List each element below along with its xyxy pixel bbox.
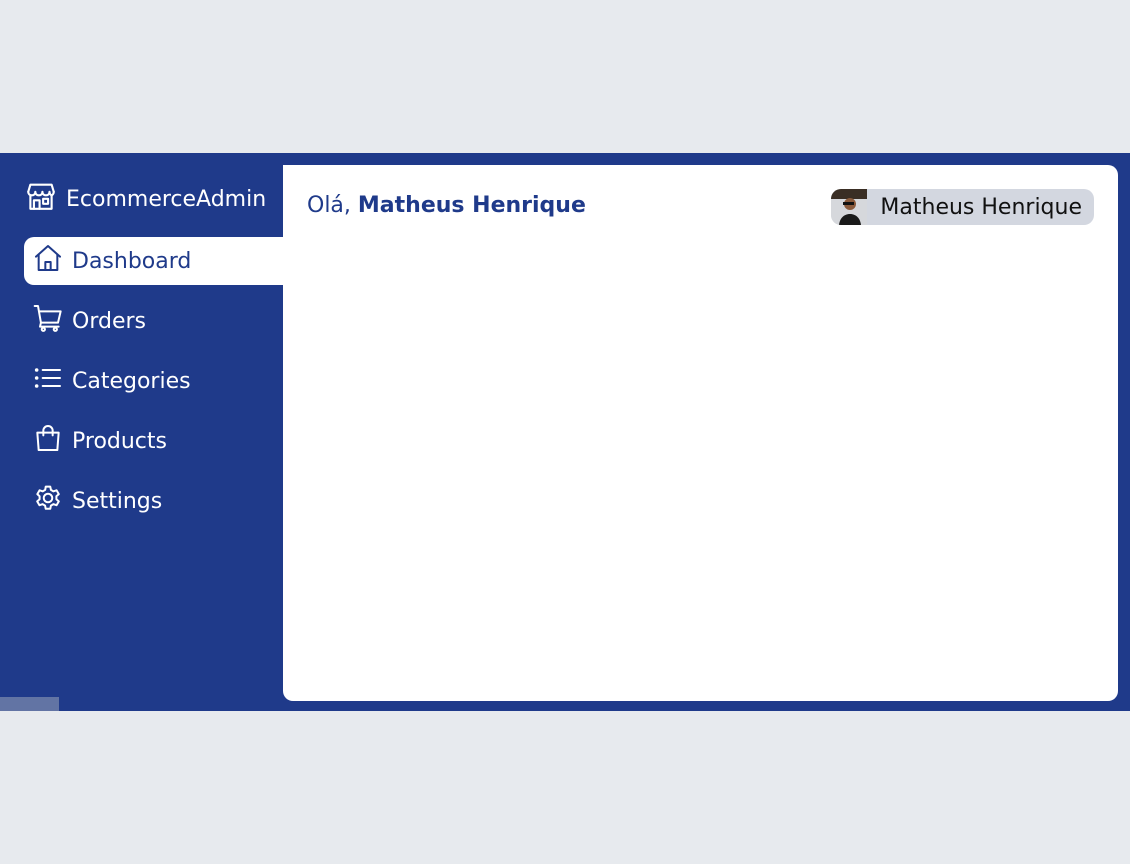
sidebar-item-dashboard[interactable]: Dashboard — [24, 237, 283, 285]
store-icon — [24, 179, 58, 219]
main-content: Olá, Matheus Henrique Matheus Henrique — [283, 165, 1118, 701]
cart-icon — [32, 302, 64, 340]
greeting-user-name: Matheus Henrique — [357, 193, 586, 218]
app-shell: EcommerceAdmin Dashboard Orders Categori… — [0, 153, 1130, 711]
avatar — [831, 189, 867, 225]
greeting: Olá, Matheus Henrique — [307, 193, 586, 218]
sidebar-item-orders[interactable]: Orders — [24, 297, 283, 345]
list-icon — [32, 362, 64, 400]
greeting-prefix: Olá, — [307, 193, 351, 218]
corner-tag — [0, 697, 59, 711]
user-name: Matheus Henrique — [880, 194, 1082, 220]
sidebar-item-label: Categories — [72, 368, 191, 394]
gear-icon — [32, 482, 64, 520]
sidebar-item-label: Settings — [72, 488, 163, 514]
sidebar-nav: Dashboard Orders Categories Products Set… — [24, 237, 283, 537]
home-icon — [32, 242, 64, 280]
brand[interactable]: EcommerceAdmin — [24, 179, 266, 219]
sidebar-item-products[interactable]: Products — [24, 417, 283, 465]
sidebar-item-label: Dashboard — [72, 248, 192, 274]
brand-name: EcommerceAdmin — [66, 186, 267, 212]
sidebar-item-categories[interactable]: Categories — [24, 357, 283, 405]
sidebar-item-label: Orders — [72, 308, 146, 334]
sidebar-item-label: Products — [72, 428, 167, 454]
sidebar-item-settings[interactable]: Settings — [24, 477, 283, 525]
user-menu[interactable]: Matheus Henrique — [831, 189, 1094, 225]
shopping-bag-icon — [32, 422, 64, 460]
